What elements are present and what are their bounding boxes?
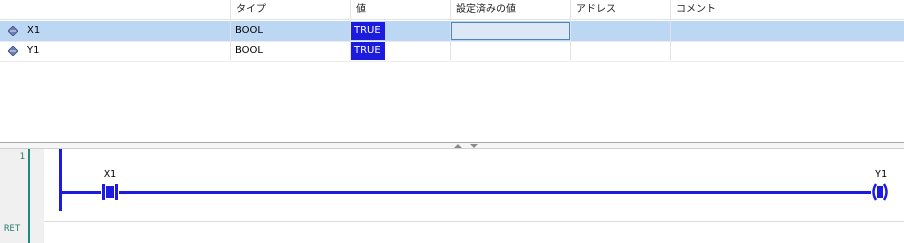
column-divider <box>450 20 451 60</box>
column-header-prepared-value[interactable]: 設定済みの値 <box>450 0 570 20</box>
column-divider <box>570 20 571 60</box>
variable-type: BOOL <box>235 25 263 36</box>
ladder-network[interactable] <box>0 149 904 243</box>
rung-wire <box>62 191 872 194</box>
variable-type: BOOL <box>235 45 263 56</box>
column-header-value[interactable]: 値 <box>350 0 450 20</box>
table-row[interactable]: X1 BOOL TRUE <box>0 21 904 41</box>
column-header-type[interactable]: タイプ <box>230 0 350 20</box>
power-rail <box>59 149 62 211</box>
ladder-editor[interactable]: 1 RET X1 Y1 <box>0 149 904 243</box>
variable-name: X1 <box>27 25 41 36</box>
table-header: タイプ 値 設定済みの値 アドレス コメント <box>0 0 904 20</box>
column-divider <box>670 20 671 60</box>
coil-label: Y1 <box>875 169 888 180</box>
arrow-up-icon <box>454 144 462 148</box>
table-row[interactable]: Y1 BOOL TRUE <box>0 41 904 61</box>
pane-splitter[interactable] <box>0 142 904 149</box>
contact-x1[interactable] <box>101 184 119 200</box>
row-divider <box>0 61 904 62</box>
variable-value: TRUE <box>351 42 385 60</box>
watch-table: タイプ 値 設定済みの値 アドレス コメント X1 BOOL TRUE Y1 B… <box>0 0 904 142</box>
coil-y1[interactable] <box>871 183 889 201</box>
arrow-down-icon <box>470 144 478 148</box>
row-divider <box>0 41 904 42</box>
variable-name: Y1 <box>27 45 40 56</box>
column-header-comment[interactable]: コメント <box>670 0 904 20</box>
variable-icon <box>8 46 18 56</box>
column-divider <box>350 20 351 60</box>
variable-icon <box>8 26 18 36</box>
contact-label: X1 <box>104 169 117 180</box>
variable-value: TRUE <box>351 22 385 40</box>
column-divider <box>230 20 231 60</box>
column-header-address[interactable]: アドレス <box>570 0 670 20</box>
prepared-value-input[interactable] <box>451 22 570 40</box>
